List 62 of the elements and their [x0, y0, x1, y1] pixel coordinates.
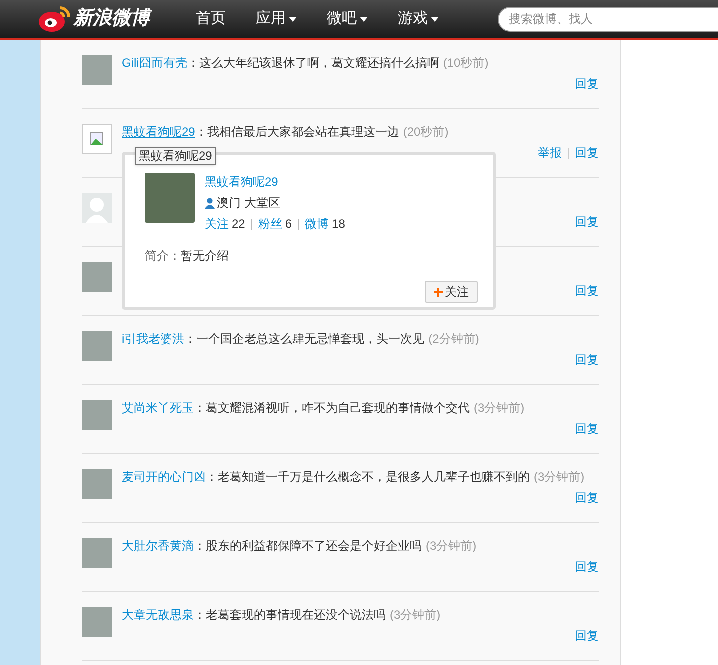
reply-link[interactable]: 回复 — [575, 75, 599, 93]
reply-link[interactable]: 回复 — [575, 351, 599, 369]
bio-label: 简介： — [145, 248, 181, 265]
user-name-link[interactable]: 艾尚米丫死玉 — [122, 401, 194, 415]
comment-text: ：老葛知道一千万是什么概念不，是很多人几辈子也赚不到的 — [206, 470, 530, 484]
photo-placeholder — [145, 173, 195, 223]
broken-image-icon — [82, 124, 112, 154]
user-name-link[interactable]: i引我老婆洪 — [122, 332, 185, 346]
stat-count: 22 — [232, 216, 246, 233]
comment-text: ：老葛套现的事情现在还没个说法吗 — [194, 608, 386, 622]
comment-text: ：我相信最后大家都会站在真理这一边 — [195, 125, 400, 139]
user-name-link[interactable]: 大章无敌思泉 — [122, 608, 194, 622]
name-tooltip: 黑蚊看狗呢29 — [135, 147, 216, 165]
reply-link[interactable]: 回复 — [575, 144, 599, 162]
nav-link[interactable]: 首页 — [196, 8, 226, 30]
comment-text: ：一个国企老总这么肆无忌惮套现，头一次见 — [184, 332, 425, 346]
photo-placeholder — [82, 469, 112, 499]
follow-button[interactable]: 关注 — [425, 281, 478, 303]
profile-name-link[interactable]: 黑蚊看狗呢29 — [205, 173, 346, 191]
photo-placeholder — [82, 400, 112, 430]
reply-link[interactable]: 回复 — [575, 489, 599, 507]
comment-time: (3分钟前) — [534, 470, 585, 484]
comment-time: (20秒前) — [403, 125, 449, 139]
comment-time: (3分钟前) — [390, 608, 441, 622]
user-name-link[interactable]: 大肚尔香黄滴 — [122, 539, 194, 553]
photo-placeholder — [82, 538, 112, 568]
user-name-link[interactable]: Gili囧而有壳 — [122, 56, 188, 70]
reply-link[interactable]: 回复 — [575, 558, 599, 576]
stat-label-link[interactable]: 关注 — [205, 215, 229, 233]
photo-placeholder — [82, 607, 112, 637]
photo-placeholder — [82, 55, 112, 85]
bio-text: 暂无介绍 — [181, 248, 229, 265]
stat-count: 18 — [332, 216, 346, 233]
stat-count: 6 — [285, 216, 292, 233]
reply-link[interactable]: 回复 — [575, 627, 599, 645]
comment-time: (2分钟前) — [428, 332, 480, 346]
photo-placeholder — [82, 331, 112, 361]
person-icon — [205, 198, 215, 208]
location-text: 澳门 大堂区 — [217, 195, 280, 212]
comment-text: ：股东的利益都保障不了还会是个好企业吗 — [194, 539, 422, 553]
comment-time: (3分钟前) — [474, 401, 525, 415]
nav-link[interactable]: 微吧 — [327, 8, 368, 30]
report-link[interactable]: 举报 — [538, 144, 562, 162]
nav-link[interactable]: 游戏 — [398, 8, 439, 30]
comment-time: (10秒前) — [443, 56, 489, 70]
avatar-silhouette — [82, 193, 112, 223]
nav-link[interactable]: 应用 — [256, 8, 297, 30]
search-field[interactable]: 搜索微博、找人 — [498, 6, 718, 32]
logo-text: 新浪微博 — [74, 4, 150, 34]
user-name-link[interactable]: 麦司开的心门凶 — [122, 470, 206, 484]
photo-placeholder — [82, 262, 112, 292]
reply-link[interactable]: 回复 — [575, 282, 599, 300]
logo-eye-icon — [38, 5, 72, 33]
plus-icon — [434, 288, 443, 296]
stat-label-link[interactable]: 微博 — [305, 215, 330, 233]
stat-label-link[interactable]: 粉丝 — [258, 215, 282, 233]
user-name-link[interactable]: 黑蚊看狗呢29 — [122, 125, 196, 139]
comment-text: ：这么大年纪该退休了啊，葛文耀还搞什么搞啊 — [187, 56, 440, 70]
comment-time: (3分钟前) — [426, 539, 477, 553]
reply-link[interactable]: 回复 — [575, 420, 599, 438]
reply-link[interactable]: 回复 — [575, 213, 599, 231]
comment-text: ：葛文耀混淆视听，咋不为自己套现的事情做个交代 — [194, 401, 470, 415]
